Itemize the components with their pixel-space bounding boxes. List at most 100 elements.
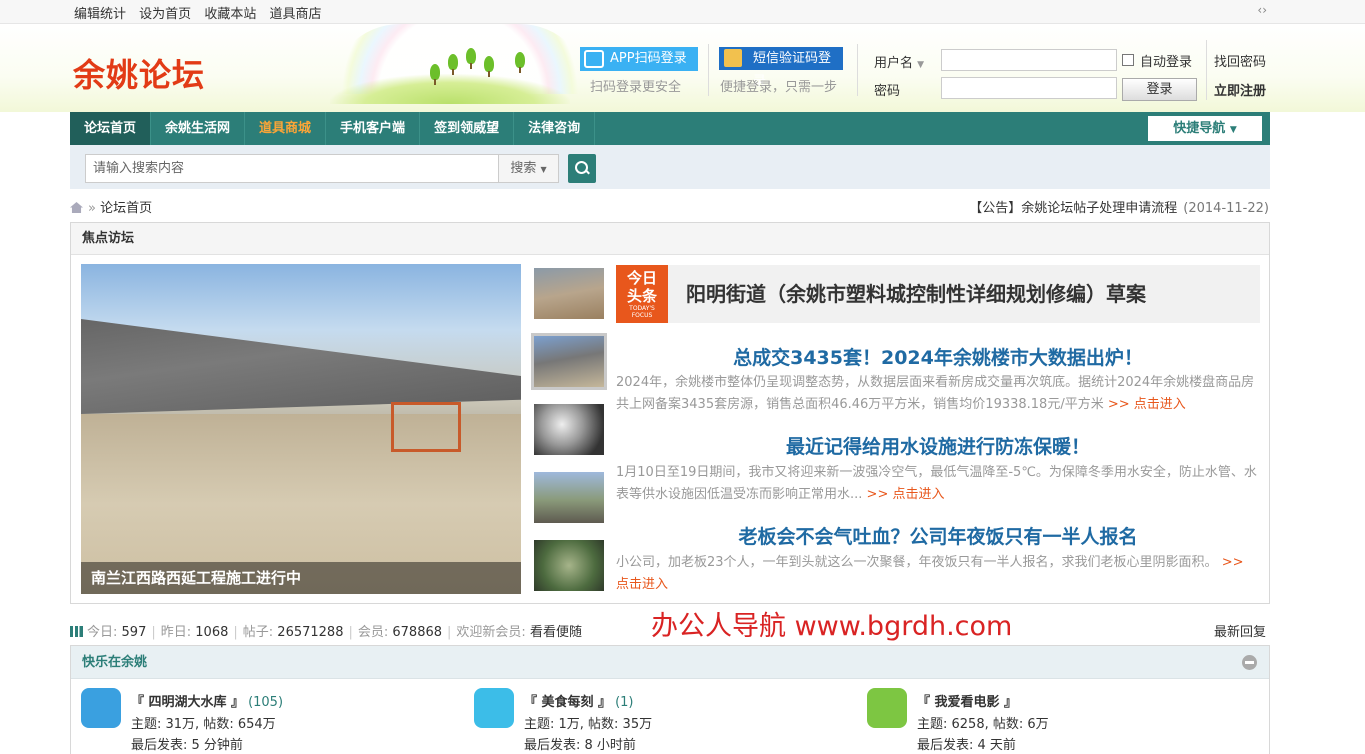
qr-login-button[interactable]: APP扫码登录 — [580, 47, 698, 71]
read-more-link[interactable]: >> 点击进入 — [867, 487, 945, 502]
forum-name[interactable]: 『 我爱看电影 』 — [917, 691, 1021, 710]
qr-login-subtitle: 扫码登录更安全 — [590, 80, 682, 95]
phone-icon — [724, 49, 742, 67]
news-title[interactable]: 老板会不会气吐血？公司年夜饭只有一半人报名 — [616, 522, 1260, 549]
forum-last-post: 最后发表: 5 分钟前 — [131, 738, 243, 753]
forum-item[interactable]: 『 美食每刻 』 (1) 主题: 1万, 帖数: 35万 最后发表: 8 小时前 — [464, 688, 854, 754]
forum-name[interactable]: 『 四明湖大水库 』 (105) — [131, 691, 283, 710]
link-shop[interactable]: 道具商店 — [269, 7, 321, 22]
home-icon[interactable] — [70, 202, 83, 213]
search-icon[interactable] — [568, 154, 596, 183]
login-button[interactable]: 登录 — [1122, 78, 1197, 101]
sms-login-button[interactable]: 短信验证码登录 — [719, 47, 843, 89]
yesterday-count: 1068 — [195, 625, 229, 640]
announcement-text[interactable]: 【公告】余姚论坛帖子处理申请流程 — [969, 201, 1177, 216]
tree-icon — [430, 64, 440, 85]
quick-nav-button[interactable]: 快捷导航 ▼ — [1148, 116, 1262, 141]
password-label: 密码 — [874, 84, 901, 99]
forum-name[interactable]: 『 美食每刻 』 (1) — [524, 691, 633, 710]
nav-item-shop[interactable]: 道具商城 — [245, 112, 327, 145]
link-stats[interactable]: 编辑统计 — [74, 7, 126, 22]
search-input[interactable]: 请输入搜索内容 — [85, 154, 499, 183]
news-title[interactable]: 最近记得给用水设施进行防冻保暖！ — [616, 432, 1260, 459]
today-count: 597 — [121, 625, 147, 640]
password-input[interactable] — [941, 77, 1117, 99]
announcement-date: (2014-11-22) — [1183, 201, 1269, 216]
auto-login-label[interactable]: 自动登录 — [1140, 51, 1192, 70]
breadcrumb: » 论坛首页 — [70, 197, 152, 216]
focus-panel: 焦点访坛 南兰江西路西延工程施工进行中 今日 头条 TODAY'S FOCUS … — [70, 222, 1270, 604]
bridge-shape — [81, 319, 521, 414]
nav-forum-home[interactable]: 论坛首页 — [70, 112, 152, 145]
username-input[interactable] — [941, 49, 1117, 71]
forgot-password-link[interactable]: 找回密码 — [1214, 51, 1266, 70]
qr-login-label: APP扫码登录 — [610, 51, 687, 66]
hills-decoration — [330, 74, 570, 104]
forum-item[interactable]: 『 我爱看电影 』 主题: 6258, 帖数: 6万 最后发表: 4 天前 — [857, 688, 1247, 754]
news-title[interactable]: 总成交3435套！2024年余姚楼市大数据出炉！ — [616, 343, 1260, 370]
thumbnail[interactable] — [534, 472, 604, 523]
top-bar: 编辑统计 设为首页 收藏本站 道具商店 ‹› — [0, 0, 1365, 24]
tree-icon — [484, 56, 494, 77]
top-links: 编辑统计 设为首页 收藏本站 道具商店 — [74, 3, 330, 22]
forum-stats: 今日: 597 | 昨日: 1068 | 帖子: 26571288 | 会员: 678868… — [70, 621, 582, 640]
announcement[interactable]: 【公告】余姚论坛帖子处理申请流程 (2014-11-22) — [969, 197, 1269, 216]
qr-code-icon — [584, 50, 604, 68]
tree-icon — [466, 48, 476, 69]
forum-stats: 主题: 6258, 帖数: 6万 — [917, 717, 1049, 732]
nav-mobile-client[interactable]: 手机客户端 — [326, 112, 421, 145]
nav-yuyao-life[interactable]: 余姚生活网 — [151, 112, 246, 145]
search-bar: 请输入搜索内容 搜索 ▼ — [70, 145, 1270, 189]
newest-member-link[interactable]: 看看便随 — [530, 625, 582, 640]
forum-stats: 主题: 31万, 帖数: 654万 — [131, 717, 276, 732]
diver-icon[interactable] — [81, 688, 121, 728]
collapse-icon[interactable] — [1242, 655, 1257, 670]
focus-title: 焦点访坛 — [71, 223, 1269, 255]
breadcrumb-current[interactable]: 论坛首页 — [100, 201, 152, 216]
thumbnail[interactable] — [534, 540, 604, 591]
link-set-home[interactable]: 设为首页 — [139, 7, 191, 22]
forum-category: 快乐在余姚 『 四明湖大水库 』 (105) 主题: 31万, 帖数: 654万 … — [70, 645, 1270, 754]
link-bookmark[interactable]: 收藏本站 — [204, 7, 256, 22]
category-title[interactable]: 快乐在余姚 — [71, 646, 1269, 679]
news-desc: 1月10日至19日期间，我市又将迎来新一波强冷空气，最低气温降至-5℃。为保障冬… — [616, 465, 1257, 502]
tree-icon — [448, 54, 458, 75]
read-more-link[interactable]: >> 点击进入 — [1108, 397, 1186, 412]
divider — [708, 44, 709, 96]
main-image-caption[interactable]: 南兰江西路西延工程施工进行中 — [81, 562, 521, 594]
forum-last-post: 最后发表: 4 天前 — [917, 738, 1016, 753]
posts-count: 26571288 — [277, 625, 344, 640]
header: 余姚论坛 APP扫码登录 扫码登录更安全 短信验证码登录 便捷登录，只需一步 用… — [0, 24, 1365, 112]
watermark-text: 办公人导航 www.bgrdh.com — [651, 611, 1013, 642]
headline-title[interactable]: 阳明街道（余姚市塑料城控制性详细规划修编）草案 — [668, 265, 1260, 323]
fence-shape — [391, 402, 461, 452]
width-toggle-icon[interactable]: ‹› — [1257, 3, 1267, 17]
news-desc: 2024年，余姚楼市整体仍呈现调整态势，从数据层面来看新房成交量再次筑底。据统计… — [616, 375, 1255, 412]
auto-login-checkbox[interactable] — [1122, 54, 1134, 66]
search-type-select[interactable]: 搜索 ▼ — [498, 154, 559, 183]
sms-login-subtitle: 便捷登录，只需一步 — [720, 80, 838, 95]
forum-last-post: 最后发表: 8 小时前 — [524, 738, 636, 753]
main-news-image[interactable]: 南兰江西路西延工程施工进行中 — [81, 264, 521, 594]
forum-stats: 主题: 1万, 帖数: 35万 — [524, 717, 653, 732]
register-link[interactable]: 立即注册 — [1214, 80, 1266, 99]
forum-item[interactable]: 『 四明湖大水库 』 (105) 主题: 31万, 帖数: 654万 最后发表: … — [71, 688, 461, 754]
thumbnail[interactable] — [534, 268, 604, 319]
username-label[interactable]: 用户名 ▼ — [874, 52, 924, 71]
nav-legal[interactable]: 法律咨询 — [514, 112, 596, 145]
news-desc: 小公司，加老板23个人，一年到头就这么一次聚餐，年夜饭只有一半人报名，求我们老板… — [616, 555, 1244, 592]
today-headline-badge: 今日 头条 TODAY'S FOCUS — [616, 265, 668, 323]
plate-icon[interactable] — [474, 688, 514, 728]
breadcrumb-separator: » — [88, 201, 96, 216]
thumbnail-selected[interactable] — [531, 333, 607, 390]
bar-chart-icon — [70, 626, 83, 637]
thumbnail[interactable] — [534, 404, 604, 455]
members-count: 678868 — [392, 625, 443, 640]
tree-icon — [515, 52, 525, 73]
nav-checkin[interactable]: 签到领威望 — [420, 112, 515, 145]
divider — [857, 44, 858, 96]
latest-replies-link[interactable]: 最新回复 — [1214, 621, 1266, 640]
divider — [1206, 40, 1207, 100]
site-logo[interactable]: 余姚论坛 — [73, 50, 205, 96]
film-icon[interactable] — [867, 688, 907, 728]
